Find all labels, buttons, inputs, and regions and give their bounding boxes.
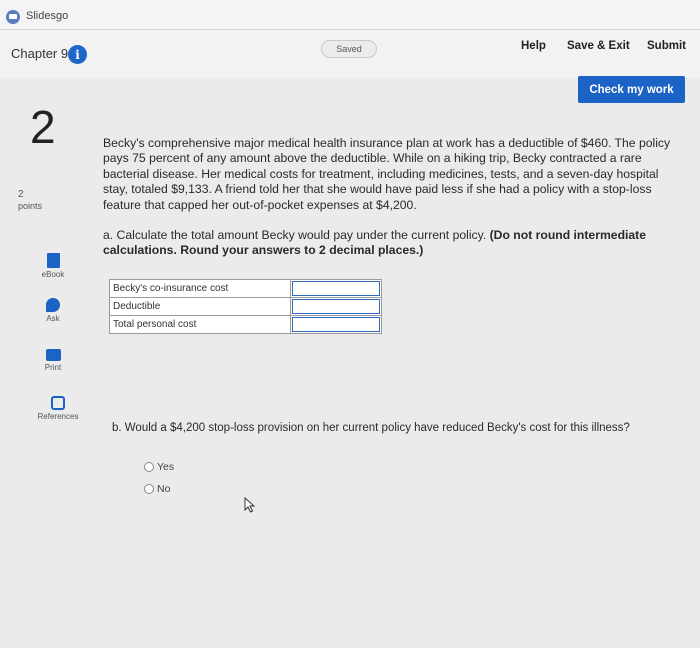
coinsurance-cost-input-cell[interactable]: [290, 279, 382, 298]
save-exit-link[interactable]: Save & Exit: [567, 40, 630, 52]
table-row: Becky's co-insurance cost: [108, 279, 382, 298]
sidebar-item-label: eBook: [41, 270, 65, 279]
row-label: Deductible: [108, 297, 292, 316]
tab-title[interactable]: Slidesgo: [26, 10, 68, 22]
deductible-input-cell[interactable]: [290, 297, 382, 316]
sidebar-item-references[interactable]: References: [33, 396, 83, 421]
option-no[interactable]: No: [144, 483, 170, 495]
part-a-prompt: a. Calculate the total amount Becky woul…: [103, 228, 677, 259]
saved-status-badge: Saved: [321, 40, 377, 58]
sidebar-item-label: Ask: [46, 314, 60, 323]
submit-link[interactable]: Submit: [647, 40, 686, 52]
question-text: Becky's comprehensive major medical heal…: [103, 136, 671, 212]
chapter-title: Chapter 9: [11, 46, 69, 61]
coinsurance-cost-input[interactable]: [292, 281, 380, 296]
check-my-work-button[interactable]: Check my work: [578, 76, 685, 103]
question-number: 2: [30, 101, 56, 153]
references-icon: [51, 396, 65, 410]
total-cost-input-cell[interactable]: [290, 315, 382, 334]
info-icon[interactable]: i: [68, 45, 87, 64]
total-cost-input[interactable]: [292, 317, 380, 332]
part-a-text: a. Calculate the total amount Becky woul…: [103, 228, 487, 242]
mouse-cursor-icon: [244, 497, 256, 513]
print-icon: [45, 349, 61, 361]
option-label: Yes: [157, 461, 175, 473]
answer-table: Becky's co-insurance cost Deductible Tot…: [108, 279, 382, 334]
browser-tab-strip: Slidesgo: [0, 0, 700, 30]
points-label: points: [18, 201, 43, 211]
sidebar-item-ebook[interactable]: eBook: [28, 253, 78, 279]
ask-icon: [46, 298, 60, 312]
sidebar-item-print[interactable]: Print: [28, 347, 78, 372]
radio-no[interactable]: [144, 484, 154, 494]
radio-yes[interactable]: [144, 462, 154, 472]
deductible-input[interactable]: [292, 299, 380, 314]
row-label: Becky's co-insurance cost: [108, 279, 292, 298]
sidebar-item-label: References: [37, 412, 79, 421]
help-link[interactable]: Help: [521, 40, 546, 52]
row-label: Total personal cost: [108, 315, 292, 334]
option-label: No: [157, 483, 171, 495]
sidebar-item-label: Print: [44, 363, 62, 372]
sidebar-item-ask[interactable]: Ask: [28, 298, 78, 323]
part-b-prompt: b. Would a $4,200 stop-loss provision on…: [112, 422, 630, 434]
table-row: Deductible: [108, 297, 382, 316]
slidesgo-icon: [6, 10, 20, 24]
table-row: Total personal cost: [108, 315, 382, 334]
ebook-icon: [46, 253, 60, 268]
assignment-header: Chapter 9 i Saved Help Save & Exit Submi…: [0, 30, 700, 78]
points-value: 2: [18, 189, 24, 200]
option-yes[interactable]: Yes: [144, 461, 174, 473]
